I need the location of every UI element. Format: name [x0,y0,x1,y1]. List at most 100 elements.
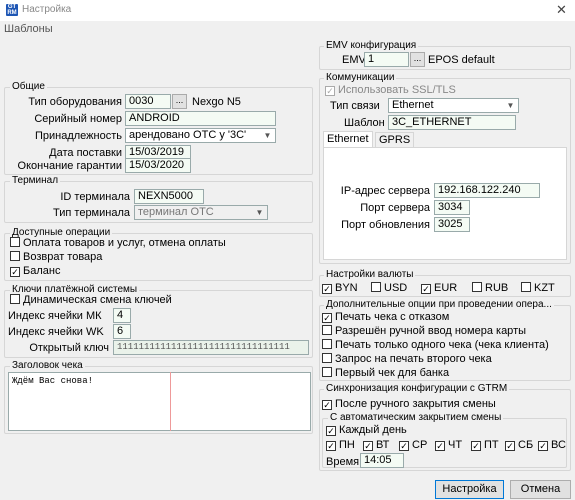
checkbox-box[interactable]: ✓ [471,441,481,451]
ip-field[interactable]: 192.168.122.240 [434,183,540,198]
day-thu-checkbox[interactable]: ✓ ЧТ [435,439,462,451]
checkbox-box[interactable] [10,251,20,261]
dynamic-keys-checkbox[interactable]: Динамическая смена ключей [10,294,172,306]
equipment-type-name: Nexgo N5 [192,96,241,108]
delivery-label: Дата поставки [49,147,122,159]
checkbox-box[interactable]: ✓ [505,441,515,451]
day-thu-label: ЧТ [448,439,463,451]
comm-type-label: Тип связи [330,100,380,112]
settings-ok-button[interactable]: Настройка [435,480,504,499]
checkbox-box[interactable] [322,367,332,377]
day-wed-checkbox[interactable]: ✓ СР [399,439,427,451]
dynamic-keys-label: Динамическая смена ключей [23,294,172,306]
checkbox-box[interactable]: ✓ [322,284,332,294]
checkbox-box[interactable]: ✓ [538,441,548,451]
tab-ethernet[interactable]: Ethernet [323,131,373,147]
every-day-checkbox[interactable]: ✓ Каждый день [326,424,407,436]
terminal-id-label: ID терминала [60,191,130,203]
update-port-field[interactable]: 3025 [434,217,470,232]
day-fri-label: ПТ [484,439,499,451]
terminal-type-select[interactable]: терминал ОТС ▼ [134,205,268,220]
day-sun-checkbox[interactable]: ✓ ВС [538,439,566,451]
operation-payment-checkbox[interactable]: Оплата товаров и услуг, отмена оплаты [10,237,226,249]
open-key-field[interactable]: 11111111111111111111111111111111 [113,340,309,355]
margin-line [170,372,171,431]
option-print-declined-checkbox[interactable]: ✓ Печать чека с отказом [322,311,449,323]
port-field[interactable]: 3034 [434,200,470,215]
equipment-type-field[interactable]: 0030 [125,94,171,109]
checkbox-box[interactable] [472,282,482,292]
checkbox-box[interactable] [521,282,531,292]
wk-label: Индекс ячейки WK [8,326,104,338]
day-sat-checkbox[interactable]: ✓ СБ [505,439,533,451]
app-logo-icon: GT RM [6,4,18,16]
currency-kzt-checkbox[interactable]: KZT [521,282,555,294]
checkbox-box[interactable] [322,325,332,335]
menu-templates[interactable]: Шаблоны [4,23,53,35]
checkbox-box[interactable]: ✓ [363,441,373,451]
chevron-down-icon: ▼ [506,101,515,110]
day-sat-label: СБ [518,439,534,451]
comm-template-field[interactable]: 3C_ETHERNET [388,115,516,130]
currency-usd-checkbox[interactable]: USD [371,282,407,294]
checkbox-box[interactable] [371,282,381,292]
sync-group-title: Синхронизация конфигурации с GTRM [324,383,510,394]
warranty-label: Окончание гарантии [17,160,122,172]
equipment-type-browse-button[interactable]: ... [172,94,187,109]
emv-browse-button[interactable]: ... [410,52,425,67]
checkbox-box[interactable]: ✓ [10,267,20,277]
checkbox-box[interactable] [10,294,20,304]
checkbox-box[interactable] [322,339,332,349]
sync-after-close-checkbox[interactable]: ✓ После ручного закрытия смены [322,398,496,410]
currency-eur-label: EUR [434,282,458,294]
ownership-value: арендовано ОТС у '3С' [129,129,247,141]
tab-gprs[interactable]: GPRS [375,132,415,147]
emv-field[interactable]: 1 [364,52,409,67]
day-tue-checkbox[interactable]: ✓ ВТ [363,439,389,451]
serial-field[interactable]: ANDROID [125,111,276,126]
receipt-header-textarea[interactable]: Ждём Вас снова! [8,372,311,431]
terminal-type-value: терминал ОТС [138,206,214,218]
emv-group-title: EMV конфигурация [324,40,419,51]
option-one-receipt-checkbox[interactable]: Печать только одного чека (чека клиента) [322,339,549,351]
terminal-id-field[interactable]: NEXN5000 [134,189,204,204]
checkbox-box[interactable]: ✓ [435,441,445,451]
warranty-field[interactable]: 15/03/2020 [125,158,191,173]
checkbox-box[interactable]: ✓ [322,400,332,410]
option-second-receipt-checkbox[interactable]: Запрос на печать второго чека [322,353,492,365]
wk-field[interactable]: 6 [113,324,131,339]
close-icon[interactable]: ✕ [556,2,567,18]
mk-field[interactable]: 4 [113,308,131,323]
operation-balance-checkbox[interactable]: ✓ Баланс [10,265,60,277]
day-fri-checkbox[interactable]: ✓ ПТ [471,439,499,451]
checkbox-box[interactable]: ✓ [326,441,336,451]
general-group-title: Общие [10,81,47,92]
currency-byn-checkbox[interactable]: ✓ BYN [322,282,358,294]
terminal-type-label: Тип терминала [53,207,130,219]
chevron-down-icon: ▼ [255,208,264,217]
checkbox-box[interactable] [322,353,332,363]
checkbox-box[interactable]: ✓ [326,426,336,436]
operation-return-checkbox[interactable]: Возврат товара [10,251,102,263]
option-manual-card-label: Разрешён ручной ввод номера карты [335,325,527,337]
day-sun-label: ВС [551,439,566,451]
option-first-bank-checkbox[interactable]: Первый чек для банка [322,367,449,379]
checkbox-box[interactable]: ✓ [322,313,332,323]
currency-rub-checkbox[interactable]: RUB [472,282,508,294]
chevron-down-icon: ▼ [263,131,272,140]
checkbox-box[interactable]: ✓ [325,86,335,96]
ownership-select[interactable]: арендовано ОТС у '3С' ▼ [125,128,276,143]
ssl-checkbox[interactable]: ✓ Использовать SSL/TLS [325,84,456,96]
day-mon-checkbox[interactable]: ✓ ПН [326,439,355,451]
operation-payment-label: Оплата товаров и услуг, отмена оплаты [23,237,226,249]
time-field[interactable]: 14:05 [360,453,404,468]
cancel-button[interactable]: Отмена [510,480,571,499]
currency-eur-checkbox[interactable]: ✓ EUR [421,282,457,294]
option-manual-card-checkbox[interactable]: Разрешён ручной ввод номера карты [322,325,526,337]
checkbox-box[interactable]: ✓ [399,441,409,451]
currency-kzt-label: KZT [534,282,555,294]
checkbox-box[interactable] [10,237,20,247]
comm-type-select[interactable]: Ethernet ▼ [388,98,519,113]
operation-balance-label: Баланс [23,265,61,277]
checkbox-box[interactable]: ✓ [421,284,431,294]
